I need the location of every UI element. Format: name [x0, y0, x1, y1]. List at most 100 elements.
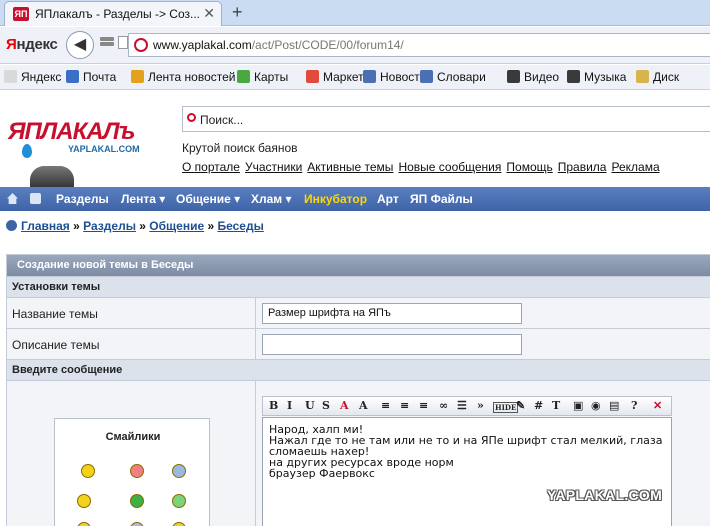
bookmark-yandex[interactable]: Яндекс: [4, 70, 61, 84]
flash-button[interactable]: ◉: [591, 399, 601, 412]
image-button[interactable]: ▣: [573, 399, 583, 412]
description-row: Описание темы: [7, 328, 710, 360]
list-button[interactable]: ☰: [457, 399, 467, 412]
title-input[interactable]: Размер шрифта на ЯПъ: [262, 303, 522, 324]
form-header: Создание новой темы в Беседы: [7, 255, 710, 276]
italic-button[interactable]: I: [287, 399, 292, 412]
address-bar[interactable]: www.yaplakal.com/act/Post/CODE/00/forum1…: [128, 33, 710, 57]
close-button[interactable]: ✕: [653, 399, 662, 412]
bookmark-news-feed[interactable]: Лента новостей: [131, 70, 236, 84]
close-tab-icon[interactable]: ✕: [203, 5, 215, 22]
new-tab-button[interactable]: +: [232, 2, 243, 23]
home-icon[interactable]: [7, 193, 18, 204]
smiley-icon[interactable]: [77, 522, 91, 526]
breadcrumb-separator: »: [69, 219, 84, 233]
top-link[interactable]: О портале: [182, 160, 240, 174]
align-right-button[interactable]: ≡: [419, 399, 428, 412]
market-icon: [306, 70, 319, 83]
top-link[interactable]: Правила: [558, 160, 607, 174]
edit-button[interactable]: ✎: [516, 399, 525, 412]
video-button[interactable]: ▤: [609, 399, 619, 412]
description-label: Описание темы: [12, 338, 100, 352]
music-icon: [567, 70, 580, 83]
search-input[interactable]: Поиск...: [182, 106, 710, 132]
help-button[interactable]: ?: [631, 399, 637, 412]
breadcrumb-link[interactable]: Разделы: [83, 219, 136, 233]
tableau-icon[interactable]: [100, 37, 114, 51]
font-size-button[interactable]: A: [359, 399, 368, 412]
title-label: Название темы: [12, 307, 98, 321]
smiley-icon[interactable]: [172, 522, 186, 526]
top-links: О портале Участники Активные темы Новые соо…: [182, 160, 665, 174]
bookmark-market[interactable]: Маркет: [306, 70, 364, 84]
news-feed-icon: [131, 70, 144, 83]
align-left-button[interactable]: ≡: [381, 399, 390, 412]
tab-strip: ЯП ЯПлакалъ - Разделы -> Соз... ✕ +: [0, 0, 710, 26]
bold-button[interactable]: B: [269, 399, 278, 412]
bookmark-mail[interactable]: Почта: [66, 70, 116, 84]
underline-button[interactable]: U: [305, 399, 315, 412]
video-icon: [507, 70, 520, 83]
menu-item[interactable]: Лента ▾: [121, 192, 165, 206]
quote-button[interactable]: »: [477, 399, 484, 412]
smiley-icon[interactable]: [130, 464, 144, 478]
description-input[interactable]: [262, 334, 522, 355]
site-identity-icon[interactable]: [134, 38, 148, 52]
page-icon[interactable]: [118, 36, 128, 49]
menu-item[interactable]: ЯП Файлы: [410, 192, 473, 206]
breadcrumb-link[interactable]: Главная: [21, 219, 70, 233]
new-topic-form: Создание новой темы в Беседы Установки т…: [6, 254, 710, 526]
message-textarea[interactable]: Народ, халп ми! Нажал где то не там или …: [262, 417, 672, 526]
smiley-icon[interactable]: [130, 522, 144, 526]
bookmark-news[interactable]: Новости: [363, 70, 426, 84]
bookmark-maps[interactable]: Карты: [237, 70, 288, 84]
bookmark-dictionaries[interactable]: Словари: [420, 70, 486, 84]
breadcrumb-separator: »: [204, 219, 218, 233]
top-link[interactable]: Новые сообщения: [398, 160, 501, 174]
text-button[interactable]: T: [552, 399, 560, 412]
breadcrumb-link[interactable]: Общение: [149, 219, 204, 233]
breadcrumb-separator: »: [135, 219, 150, 233]
smiley-icon[interactable]: [172, 494, 186, 508]
hash-button[interactable]: #: [534, 399, 543, 412]
bookmark-disk[interactable]: Диск: [636, 70, 679, 84]
smiley-icon[interactable]: [130, 494, 144, 508]
menu-item[interactable]: Общение ▾: [176, 192, 240, 206]
top-link[interactable]: Участники: [245, 160, 302, 174]
link-button[interactable]: ∞: [439, 399, 448, 412]
tab-title: ЯПлакалъ - Разделы -> Соз...: [35, 7, 199, 21]
align-center-button[interactable]: ≡: [400, 399, 409, 412]
mail-icon: [66, 70, 79, 83]
menu-item[interactable]: Инкубатор: [304, 192, 367, 206]
top-link[interactable]: Активные темы: [307, 160, 393, 174]
hide-button[interactable]: HIDE: [493, 402, 519, 413]
settings-section-title: Установки темы: [7, 276, 710, 297]
top-link[interactable]: Помощь: [506, 160, 552, 174]
smiley-icon[interactable]: [172, 464, 186, 478]
dictionaries-icon: [420, 70, 433, 83]
site-logo[interactable]: ЯПЛАКАЛъ YAPLAKAL.COM: [8, 118, 140, 158]
message-section-title: Введите сообщение: [7, 359, 710, 380]
menu-item[interactable]: Арт: [377, 192, 399, 206]
menu-item[interactable]: Разделы: [56, 192, 109, 206]
like-icon[interactable]: [30, 193, 41, 204]
editor-toolbar: B I U S A A ≡ ≡ ≡ ∞ ☰» HIDE ✎ # T ▣ ◉ ▤? ✕: [262, 396, 672, 416]
bookmark-video[interactable]: Видео: [507, 70, 559, 84]
back-button[interactable]: ◀: [66, 31, 94, 59]
browser-logo: Яндекс: [6, 36, 58, 53]
font-color-button[interactable]: A: [340, 399, 349, 412]
disk-icon: [636, 70, 649, 83]
menu-item[interactable]: Хлам ▾: [251, 192, 292, 206]
site-favicon-icon: ЯП: [13, 7, 29, 21]
top-link[interactable]: Реклама: [611, 160, 659, 174]
browser-tab[interactable]: ЯП ЯПлакалъ - Разделы -> Соз... ✕: [4, 1, 222, 26]
title-row: Название темы Размер шрифта на ЯПъ: [7, 297, 710, 329]
bookmark-music[interactable]: Музыка: [567, 70, 626, 84]
main-menu: Разделы Лента ▾ Общение ▾ Хлам ▾ Инкубатор Ар…: [0, 187, 710, 211]
smileys-title: Смайлики: [105, 431, 161, 443]
smiley-icon[interactable]: [77, 494, 91, 508]
breadcrumb: Главная » Разделы » Общение » Беседы: [6, 219, 264, 233]
breadcrumb-link[interactable]: Беседы: [217, 219, 263, 233]
smiley-icon[interactable]: [81, 464, 95, 478]
strike-button[interactable]: S: [322, 399, 330, 412]
